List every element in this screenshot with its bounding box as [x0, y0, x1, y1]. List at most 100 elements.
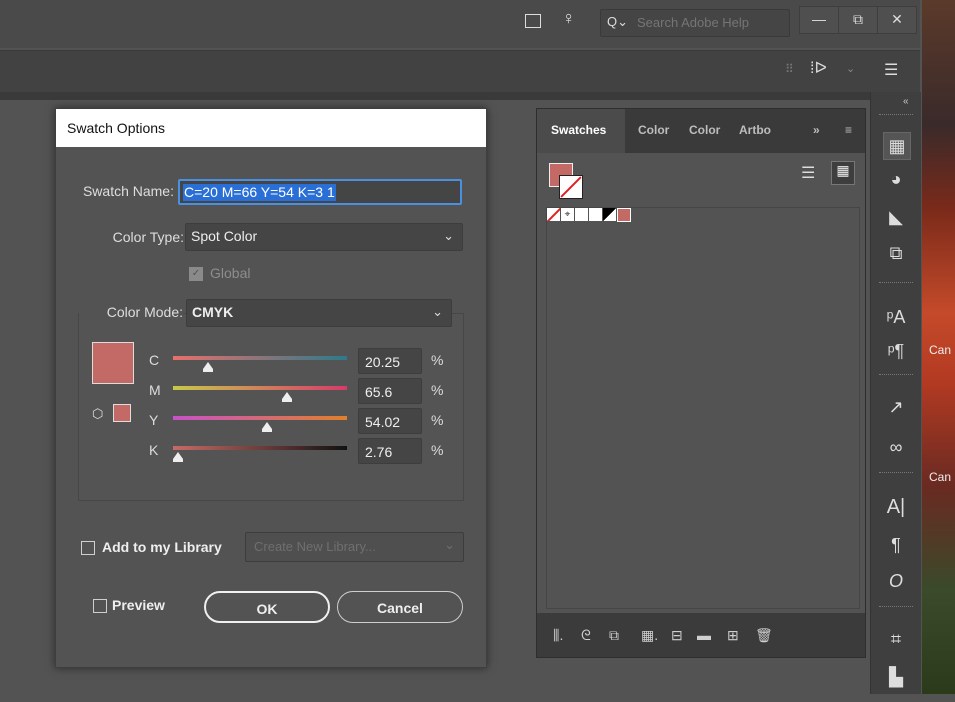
- tab-artboards[interactable]: Artbo: [739, 123, 771, 137]
- slider-track-m[interactable]: [173, 386, 347, 390]
- share-icon[interactable]: ⁞ᐅ: [810, 58, 827, 78]
- library-icon[interactable]: ⫼.: [553, 627, 563, 644]
- control-bar: [0, 50, 920, 93]
- slider-thumb-k[interactable]: [172, 452, 183, 462]
- new-swatch-icon[interactable]: ⊞: [727, 627, 739, 644]
- list-view-icon[interactable]: ☰: [801, 163, 821, 183]
- global-checkbox[interactable]: ✓: [189, 267, 203, 281]
- slider-track-c[interactable]: [173, 356, 347, 360]
- slider-label-y: Y: [149, 412, 159, 428]
- background-text-1: Can: [929, 343, 952, 357]
- options-icon[interactable]: ⊟: [671, 627, 683, 644]
- swatch-kind-icon[interactable]: ᘓ: [581, 627, 591, 644]
- add-library-checkbox[interactable]: [81, 541, 95, 555]
- links-icon[interactable]: ∞: [883, 434, 909, 460]
- arrange-documents-icon[interactable]: [525, 14, 541, 28]
- character-icon[interactable]: A|: [883, 494, 909, 520]
- dock-separator: [879, 606, 913, 609]
- tab-color-guide[interactable]: Color: [689, 123, 720, 137]
- swatch-list: ⌖: [546, 207, 860, 609]
- ok-button[interactable]: OK: [204, 591, 330, 623]
- export-icon[interactable]: ↗: [883, 394, 909, 420]
- gradient-icon[interactable]: ◣: [883, 204, 909, 230]
- group-icon[interactable]: ▦.: [641, 627, 658, 644]
- add-library-label: Add to my Library: [102, 539, 222, 555]
- pathfinder-icon[interactable]: ▙: [883, 664, 909, 690]
- place-icon[interactable]: ⧉: [609, 627, 619, 644]
- panel-dock: « ▦ ◕ ◣ ⧉ ᵖA ᵖ¶ ↗ ∞ A| ¶ O ⌗ ▙: [870, 92, 921, 694]
- grid-icon[interactable]: ⠿: [785, 62, 794, 76]
- slider-value-y[interactable]: 54.02: [358, 408, 422, 434]
- swatch-black[interactable]: [603, 208, 616, 221]
- restore-button[interactable]: ⧉: [838, 6, 878, 34]
- color-mode-value: CMYK: [192, 304, 234, 320]
- tab-swatches[interactable]: Swatches: [551, 123, 606, 137]
- cancel-button[interactable]: Cancel: [337, 591, 463, 623]
- paragraph-styles-icon[interactable]: ᵖ¶: [883, 338, 909, 364]
- opentype-icon[interactable]: O: [883, 568, 909, 594]
- stroke-swatch[interactable]: [559, 175, 583, 199]
- slider-value-k[interactable]: 2.76: [358, 438, 422, 464]
- align-icon[interactable]: ⌗: [883, 626, 909, 652]
- slider-unit-k: %: [431, 442, 444, 458]
- color-type-label: Color Type:: [112, 229, 184, 245]
- slider-label-c: C: [149, 352, 160, 368]
- search-box[interactable]: Q⌄: [600, 9, 790, 37]
- slider-unit-c: %: [431, 352, 444, 368]
- slider-unit-y: %: [431, 412, 444, 428]
- search-input[interactable]: [635, 14, 789, 31]
- slider-label-k: K: [149, 442, 159, 458]
- close-button[interactable]: ✕: [877, 6, 917, 34]
- minimize-button[interactable]: —: [799, 6, 839, 34]
- transform-icon[interactable]: ⧉: [883, 240, 909, 266]
- folder-icon[interactable]: ▬: [697, 627, 711, 643]
- swatch-name-input[interactable]: C=20 M=66 Y=54 K=3 1: [178, 179, 462, 205]
- slider-value-c[interactable]: 20.25: [358, 348, 422, 374]
- color-mode-label: Color Mode:: [106, 304, 183, 320]
- swatch-name-label: Swatch Name:: [82, 183, 174, 199]
- dock-separator: [879, 282, 913, 285]
- swatch-none[interactable]: [547, 208, 560, 221]
- trash-icon[interactable]: 🗑: [755, 627, 773, 644]
- panel-menu-icon[interactable]: ≡: [845, 123, 852, 137]
- panel-overflow-icon[interactable]: »: [813, 123, 820, 137]
- background-text-2: Can: [929, 470, 952, 484]
- swatch-white-2[interactable]: [589, 208, 602, 221]
- slider-row-m: M 65.6 %: [79, 378, 463, 408]
- slider-label-m: M: [149, 382, 161, 398]
- swatch-name-value: C=20 M=66 Y=54 K=3 1: [183, 184, 336, 201]
- swatch-white[interactable]: [575, 208, 588, 221]
- document-tab-strip: [0, 92, 870, 100]
- character-styles-icon[interactable]: ᵖA: [883, 304, 909, 330]
- chevron-down-icon: ⌄: [444, 537, 455, 552]
- slider-unit-m: %: [431, 382, 444, 398]
- panel-footer: ⫼. ᘓ ⧉ ▦. ⊟ ▬ ⊞ 🗑: [537, 615, 865, 655]
- library-select[interactable]: Create New Library... ⌄: [245, 532, 464, 562]
- swatches-body: ☰ ▦ ⌖: [537, 153, 865, 613]
- thumbnail-view-icon[interactable]: ▦: [831, 161, 855, 185]
- list-icon[interactable]: ☰: [884, 60, 898, 80]
- dialog-title: Swatch Options: [67, 120, 166, 136]
- tab-color[interactable]: Color: [638, 123, 669, 137]
- dock-separator: [879, 374, 913, 377]
- preview-label: Preview: [112, 597, 165, 613]
- library-placeholder: Create New Library...: [254, 539, 376, 554]
- lightbulb-icon[interactable]: ♀: [562, 8, 576, 29]
- collapse-icon[interactable]: «: [903, 96, 909, 107]
- global-label: Global: [210, 265, 251, 281]
- color-guide-icon[interactable]: ◕: [883, 166, 909, 192]
- swatch-spot-selected[interactable]: [617, 208, 631, 222]
- slider-track-y[interactable]: [173, 416, 347, 420]
- slider-track-k[interactable]: [173, 446, 347, 450]
- swatches-icon[interactable]: ▦: [883, 132, 911, 160]
- paragraph-icon[interactable]: ¶: [883, 532, 909, 558]
- slider-thumb-m[interactable]: [282, 392, 293, 402]
- color-mode-select[interactable]: CMYK ⌄: [186, 299, 452, 327]
- slider-value-m[interactable]: 65.6: [358, 378, 422, 404]
- preview-checkbox[interactable]: [93, 599, 107, 613]
- color-type-select[interactable]: Spot Color ⌄: [185, 223, 463, 251]
- slider-thumb-y[interactable]: [261, 422, 272, 432]
- swatch-registration[interactable]: ⌖: [561, 208, 574, 221]
- slider-thumb-c[interactable]: [203, 362, 214, 372]
- chevron-down-icon[interactable]: ⌄: [846, 62, 855, 75]
